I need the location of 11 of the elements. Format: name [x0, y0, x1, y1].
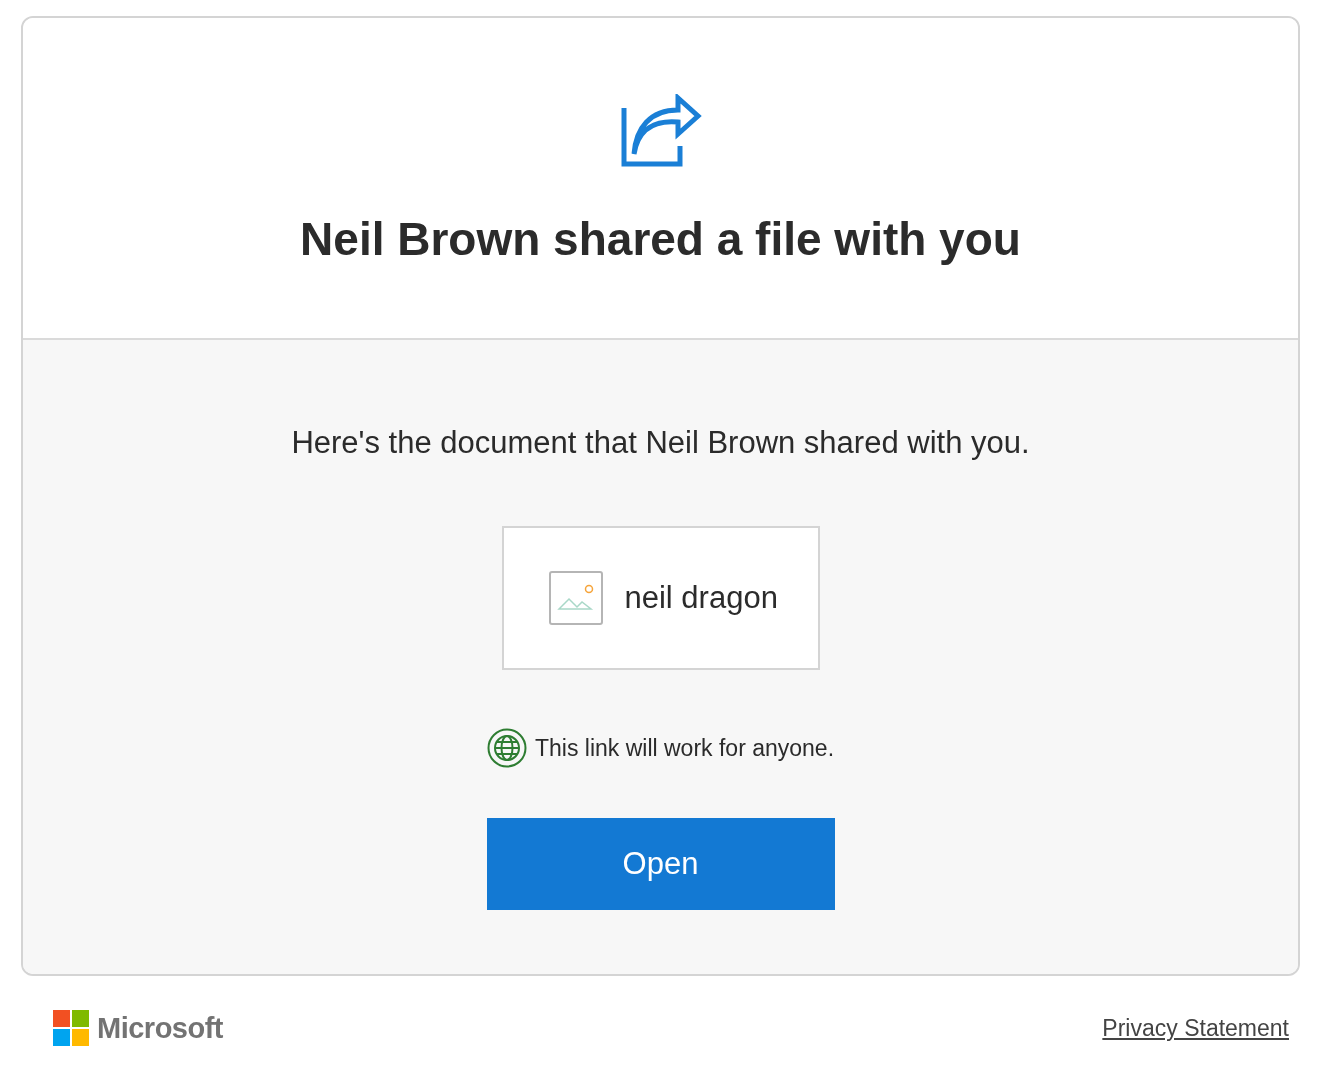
privacy-statement-link[interactable]: Privacy Statement	[1102, 1014, 1289, 1042]
brand-name: Microsoft	[97, 1011, 223, 1045]
link-access-note: This link will work for anyone.	[534, 734, 835, 762]
image-file-icon	[548, 571, 603, 626]
file-card[interactable]: neil dragon	[501, 526, 820, 671]
globe-icon	[486, 728, 527, 769]
open-button[interactable]: Open	[486, 818, 835, 911]
file-name: neil dragon	[624, 580, 778, 617]
share-icon	[619, 94, 702, 168]
share-message: Here's the document that Neil Brown shared with you.	[291, 426, 1030, 461]
microsoft-logo-icon	[53, 1010, 89, 1047]
